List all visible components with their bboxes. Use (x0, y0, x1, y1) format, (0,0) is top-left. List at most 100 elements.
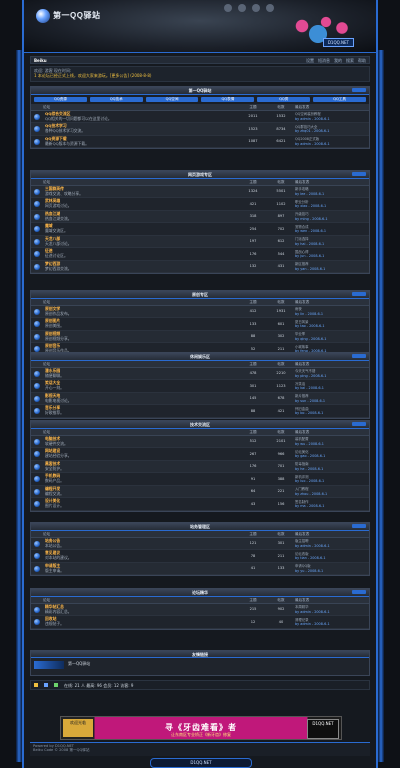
footer-domain-pill[interactable]: D1QQ.NET (150, 758, 252, 768)
last-post-author[interactable]: by ming - 2008-6-1 (295, 217, 367, 221)
userbar-link[interactable]: 设置 (306, 58, 314, 63)
column-header: 最后发表 (295, 597, 310, 602)
section-collapse-icon[interactable] (352, 172, 366, 176)
ad-banner[interactable]: 欢迎光临 寻《牙齿难看》者 让东南区专业矫正《新牙齿》修复 D1QQ.NET (60, 716, 342, 740)
last-post-author[interactable]: by ping - 2008-6-1 (295, 374, 367, 378)
forum-topics-count: 254 (249, 226, 257, 231)
nav-help-icon[interactable] (252, 4, 260, 12)
section-tab[interactable]: QQ技术 (89, 97, 143, 102)
section-collapse-icon[interactable] (352, 292, 366, 296)
forum-name-cell: 精华帖汇总 精彩内容汇总。 (43, 604, 239, 615)
last-post-author[interactable]: by kai - 2008-6-1 (295, 386, 367, 390)
forum-name-cell: 征途 征途讨论区。 (43, 248, 239, 259)
section-header: 站务管理区 (31, 523, 369, 531)
last-post-author[interactable]: by zhou - 2008-6-1 (295, 492, 367, 496)
forum-posts-count: 702 (277, 226, 285, 231)
forum-status-icon (34, 333, 40, 340)
friend-links-title: 友情链接 (192, 651, 208, 657)
last-post-author[interactable]: by yu - 2008-6-1 (295, 569, 367, 573)
forum-posts-count: 544 (277, 251, 285, 256)
column-header: 最后发表 (295, 299, 310, 304)
userbar-links: 设置 短消息 我的 搜索 帮助 (306, 58, 366, 63)
forum-status-icon (34, 213, 40, 220)
forum-posts-count: 133 (277, 566, 285, 571)
last-post-author[interactable]: by xiao - 2008-6-1 (295, 204, 367, 208)
section-tab[interactable]: QQ工具 (313, 97, 366, 102)
section-collapse-icon[interactable] (352, 422, 366, 426)
forum-description: 电影电视讨论。 (45, 397, 72, 403)
last-post-cell: 申请QQ版 by yu - 2008-6-1 (295, 564, 369, 573)
site-logo[interactable]: 第一QQ驿站 (36, 8, 116, 24)
forum-name-cell: 站务公告 本站公告。 (43, 538, 239, 549)
last-post-author[interactable]: by sun - 2008-6-1 (295, 399, 367, 403)
forum-posts-count: 966 (277, 451, 285, 456)
last-post-cell: 论坛美化 by gao - 2008-6-1 (295, 450, 369, 459)
nav-bookmark-icon[interactable] (266, 4, 274, 12)
forum-status-icon (34, 126, 40, 133)
last-post-author[interactable]: by wen - 2008-6-1 (295, 229, 367, 233)
last-post-author[interactable]: by yan - 2008-6-1 (295, 267, 367, 271)
last-post-cell: 冷笑话 by kai - 2008-6-1 (295, 382, 369, 391)
friend-link-text[interactable]: 第一QQ驿站 (68, 661, 90, 669)
forum-topics-count: 1087 (248, 139, 258, 144)
last-post-author[interactable]: by hai - 2008-6-1 (295, 242, 367, 246)
forum-posts-count: 2210 (276, 371, 286, 376)
section-tab[interactable]: QQ资源 (34, 97, 87, 102)
last-post-author[interactable]: by bo - 2008-6-1 (295, 411, 367, 415)
last-post-author[interactable]: by wu - 2008-6-1 (295, 442, 367, 446)
section-collapse-icon[interactable] (352, 88, 366, 92)
last-post-author[interactable]: by gao - 2008-6-1 (295, 454, 367, 458)
forum-row: 原创图片 原创美图。 133 601 夏日风景 by tao - 2008-6-1 (31, 318, 369, 331)
column-header-row: 论坛 主题 帖数 最后发表 (31, 104, 369, 111)
last-post-author[interactable]: by ma - 2008-6-1 (295, 504, 367, 508)
last-post-author[interactable]: by lin - 2008-6-1 (295, 312, 367, 316)
userbar-link[interactable]: 短消息 (318, 58, 330, 63)
forum-status-icon (34, 408, 40, 415)
section-tab[interactable]: QQ表情 (201, 97, 255, 102)
last-post-author[interactable]: by tian - 2008-6-1 (295, 556, 367, 560)
forum-topics-count: 41 (250, 566, 256, 571)
friend-link-logo[interactable] (34, 661, 64, 669)
section-tab[interactable]: QQ秀 (257, 97, 311, 102)
column-header: 论坛 (43, 361, 51, 366)
section-collapse-icon[interactable] (352, 524, 366, 528)
userbar-brand[interactable]: Beiku (34, 58, 47, 63)
section-title: 网页游戏专区 (188, 172, 212, 177)
forum-topics-count: 176 (249, 464, 257, 469)
announcement-link[interactable]: 1 本论坛已经正式上线，欢迎大家来游玩。[更多公告] (2008-8-8) (34, 73, 366, 78)
last-post-cell: QQ群技巧大全 by zhq01 - 2008-6-1 (295, 125, 369, 134)
last-post-cell: 新区推荐 by yan - 2008-6-1 (295, 262, 369, 271)
last-post-author[interactable]: by luo - 2008-6-1 (295, 479, 367, 483)
last-post-author[interactable]: by qing - 2008-6-1 (295, 337, 367, 341)
last-post-author[interactable]: by admin - 2008-6-1 (295, 544, 367, 548)
section-header: 原创专区 (31, 291, 369, 299)
userbar-link[interactable]: 我的 (334, 58, 342, 63)
last-post-author[interactable]: by admin - 2008-6-1 (295, 142, 367, 146)
forum-name-cell: 设计美化 图片设计。 (43, 498, 239, 509)
section-collapse-icon[interactable] (352, 354, 366, 358)
section-tab[interactable]: QQ空间 (145, 97, 199, 102)
userbar-link[interactable]: 搜索 (346, 58, 354, 63)
nav-home-icon[interactable] (224, 4, 232, 12)
last-post-author[interactable]: by he - 2008-6-1 (295, 467, 367, 471)
site-footer: Powered by D1QQ.NET Beiku Code © 2008 第一… (30, 742, 370, 756)
column-header: 主题 (249, 531, 257, 536)
forum-description: 征途讨论区。 (45, 253, 68, 259)
last-post-author[interactable]: by zhq01 - 2008-6-1 (295, 129, 367, 133)
last-post-author[interactable]: by admin - 2008-6-1 (295, 622, 367, 626)
forum-description: 数码产品。 (45, 478, 64, 484)
forum-name-cell: 天龙八部 天龙八部讨论。 (43, 236, 239, 247)
forum-description: 网页游戏讨论。 (45, 203, 72, 209)
logo-globe-icon (36, 9, 50, 23)
last-post-author[interactable]: by tao - 2008-6-1 (295, 324, 367, 328)
last-post-author[interactable]: by admin - 2008-6-1 (295, 610, 367, 614)
nav-search-icon[interactable] (238, 4, 246, 12)
last-post-author[interactable]: by jun - 2008-6-1 (295, 254, 367, 258)
last-post-cell: 国战心得 by jun - 2008-6-1 (295, 250, 369, 259)
forum-topics-count: 91 (250, 476, 256, 481)
userbar-link[interactable]: 帮助 (358, 58, 366, 63)
last-post-author[interactable]: by admin - 2008-6-1 (295, 117, 367, 121)
section-collapse-icon[interactable] (352, 590, 366, 594)
forum-status-icon (34, 383, 40, 390)
last-post-author[interactable]: by lee - 2008-6-1 (295, 192, 367, 196)
